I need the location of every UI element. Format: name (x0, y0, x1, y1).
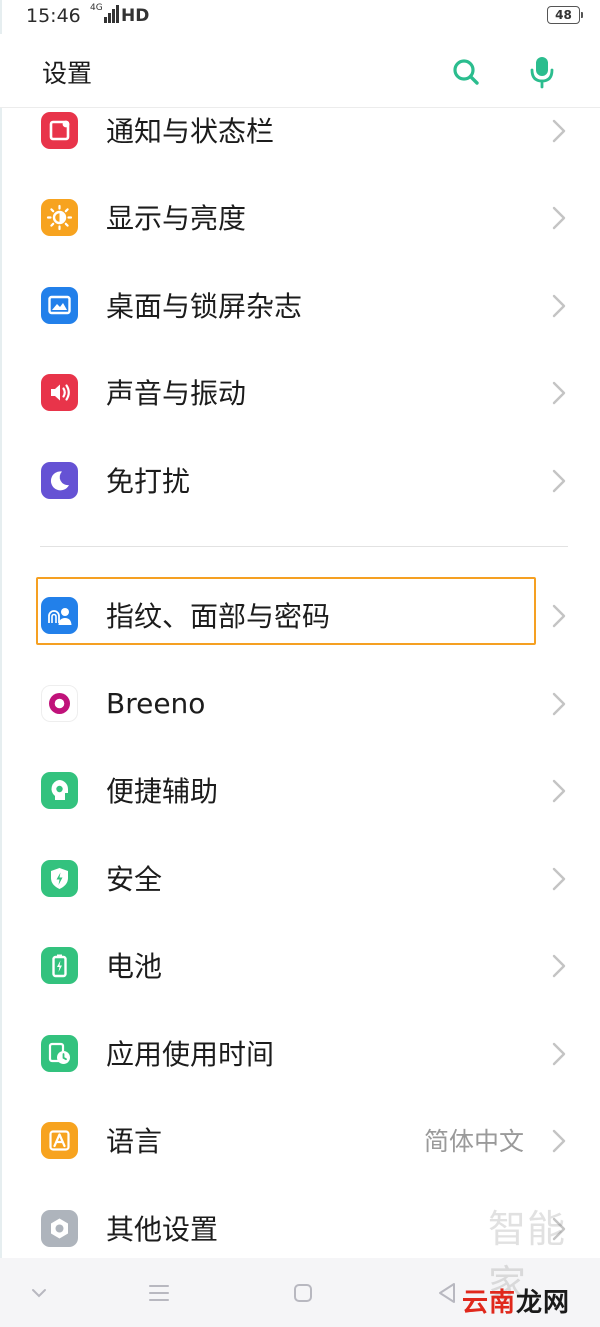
chevron-right-icon (552, 1042, 566, 1066)
battery-level: 48 (555, 8, 572, 22)
section-divider (40, 546, 568, 547)
wallpaper-icon (41, 287, 78, 324)
chevron-right-icon (552, 469, 566, 493)
chevron-right-icon (552, 954, 566, 978)
search-icon (453, 59, 479, 85)
chevron-right-icon (552, 206, 566, 230)
speaker-icon (41, 374, 78, 411)
hd-indicator: HD (121, 6, 150, 26)
setting-label: 桌面与锁屏杂志 (106, 290, 303, 323)
language-icon (41, 1122, 78, 1159)
setting-label: 其他设置 (106, 1213, 219, 1246)
menu-icon (149, 1285, 169, 1301)
settings-screen: 15:46 4G HD 48 设置 通知与状态栏 显示与亮度 桌面与锁屏杂志 声… (0, 0, 600, 1327)
settings-icon (41, 1210, 78, 1247)
setting-row-do-not-disturb[interactable]: 免打扰 (0, 440, 600, 520)
back-icon (439, 1283, 455, 1303)
shield-icon (41, 860, 78, 897)
setting-row-security[interactable]: 安全 (0, 838, 600, 918)
setting-row-display[interactable]: 显示与亮度 (0, 177, 600, 257)
setting-label: 显示与亮度 (106, 202, 247, 235)
chevron-right-icon (552, 779, 566, 803)
chevron-right-icon (552, 1129, 566, 1153)
watermark: 云南龙网 (462, 1282, 570, 1319)
network-type: 4G (90, 3, 103, 13)
chevron-right-icon (552, 294, 566, 318)
setting-label: 声音与振动 (106, 377, 247, 410)
setting-label: 指纹、面部与密码 (106, 600, 331, 633)
moon-icon (41, 462, 78, 499)
watermark-part1: 云南 (462, 1288, 517, 1318)
setting-label: 安全 (106, 863, 163, 896)
setting-label: 应用使用时间 (106, 1038, 275, 1071)
assist-icon (41, 772, 78, 809)
chevron-down-icon (32, 1289, 46, 1298)
notification-icon (41, 112, 78, 149)
nav-back-button[interactable] (430, 1278, 464, 1308)
fingerprint-face-icon (41, 597, 78, 634)
setting-row-sound[interactable]: 声音与振动 (0, 352, 600, 432)
breeno-icon (41, 685, 78, 722)
setting-row-fingerprint-face-password[interactable]: 指纹、面部与密码 (0, 575, 600, 655)
home-icon (294, 1284, 312, 1302)
setting-row-app-usage-time[interactable]: 应用使用时间 (0, 1013, 600, 1093)
brightness-icon (41, 199, 78, 236)
battery-icon (41, 947, 78, 984)
chevron-right-icon (552, 604, 566, 628)
nav-home-button[interactable] (286, 1278, 320, 1308)
setting-row-wallpaper[interactable]: 桌面与锁屏杂志 (0, 265, 600, 345)
app-time-icon (41, 1035, 78, 1072)
setting-row-assist[interactable]: 便捷辅助 (0, 750, 600, 830)
watermark-part2: 龙网 (516, 1288, 571, 1318)
microphone-icon (530, 57, 554, 89)
page-title: 设置 (42, 59, 93, 88)
setting-label: 免打扰 (106, 465, 191, 498)
chevron-right-icon (552, 867, 566, 891)
setting-row-breeno[interactable]: Breeno (0, 663, 600, 743)
nav-hide-button[interactable] (22, 1278, 56, 1308)
setting-label: 语言 (106, 1125, 163, 1158)
chevron-right-icon (552, 119, 566, 143)
chevron-right-icon (552, 692, 566, 716)
setting-row-battery[interactable]: 电池 (0, 925, 600, 1005)
setting-label: 便捷辅助 (106, 775, 219, 808)
setting-label: 电池 (106, 950, 163, 983)
signal-icon (103, 3, 120, 23)
status-bar: 15:46 4G HD 48 (0, 0, 600, 34)
setting-value: 简体中文 (423, 1127, 524, 1156)
battery-icon: 48 (547, 6, 583, 24)
status-time: 15:46 (26, 5, 81, 27)
search-button[interactable] (446, 52, 486, 92)
setting-row-language[interactable]: 语言 简体中文 (0, 1100, 600, 1180)
app-header: 设置 (0, 34, 600, 108)
network-indicator: 4G (90, 3, 124, 23)
nav-recents-button[interactable] (142, 1278, 176, 1308)
chevron-right-icon (552, 381, 566, 405)
voice-button[interactable] (522, 52, 562, 92)
setting-label: Breeno (106, 686, 206, 720)
